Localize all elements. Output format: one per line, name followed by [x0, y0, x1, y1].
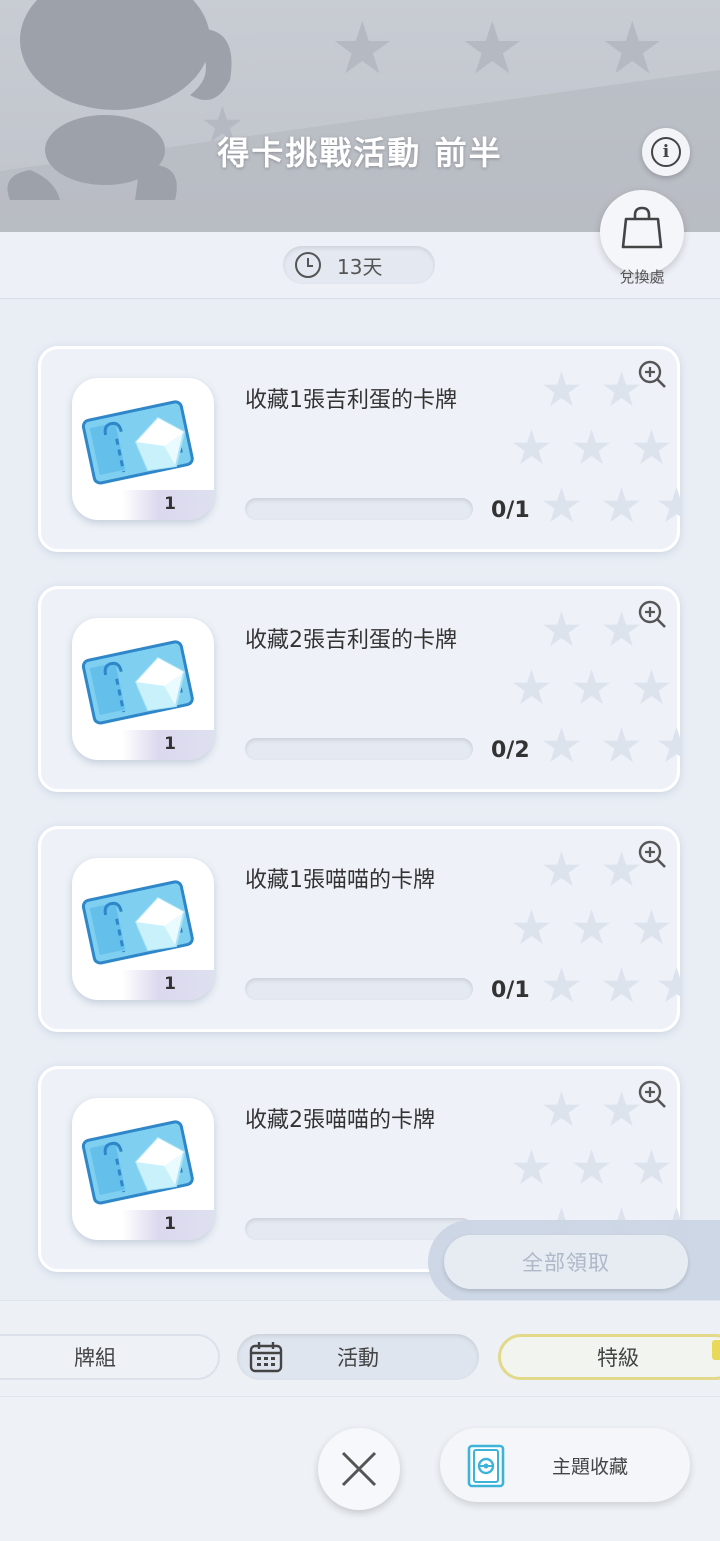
close-button[interactable]	[318, 1428, 400, 1510]
mission-progress-bar	[245, 978, 473, 1000]
ticket-icon	[81, 400, 194, 485]
ticket-icon	[81, 1120, 194, 1205]
event-timer: 13天	[283, 246, 435, 284]
mission-progress-text: 0/1	[491, 498, 530, 523]
banner-star: ★	[330, 6, 395, 90]
premium-badge-icon	[712, 1340, 720, 1360]
mission-card: ★ ★ ★ ★ ★ ★ ★ ★ 1 收藏1張喵喵的卡牌 0/1	[38, 826, 680, 1032]
mission-description: 收藏1張吉利蛋的卡牌	[245, 388, 457, 413]
close-icon	[341, 1451, 377, 1487]
zoom-in-icon[interactable]	[636, 358, 668, 390]
info-button[interactable]: i	[642, 128, 690, 176]
reward-quantity: 1	[164, 494, 176, 514]
theme-collection-label: 主題收藏	[552, 1456, 629, 1478]
mission-progress-bar	[245, 738, 473, 760]
reward-item[interactable]: 1	[72, 378, 214, 520]
theme-collection-button[interactable]: 主題收藏	[440, 1428, 690, 1502]
banner-star: ★	[600, 6, 665, 90]
zoom-in-icon[interactable]	[636, 838, 668, 870]
mission-description: 收藏2張喵喵的卡牌	[245, 1108, 435, 1133]
mission-progress-text: 0/1	[491, 978, 530, 1003]
shopping-bag-icon	[621, 206, 663, 249]
mission-card: ★ ★ ★ ★ ★ ★ ★ ★ 1 收藏2張吉利蛋的卡牌 0/2	[38, 586, 680, 792]
page-title: 得卡挑戰活動 前半	[217, 134, 503, 172]
mission-progress-text: 0/2	[491, 738, 530, 763]
reward-item[interactable]: 1	[72, 618, 214, 760]
tab-premium[interactable]: 特級	[498, 1334, 720, 1380]
zoom-in-icon[interactable]	[636, 598, 668, 630]
reward-quantity: 1	[164, 974, 176, 994]
tab-events[interactable]: 活動	[237, 1334, 479, 1380]
binder-icon	[467, 1444, 505, 1488]
claim-all-button[interactable]: 全部領取	[444, 1235, 688, 1289]
reward-item[interactable]: 1	[72, 858, 214, 1000]
ticket-icon	[81, 640, 194, 725]
time-remaining: 13天	[337, 254, 383, 279]
ticket-icon	[81, 880, 194, 965]
zoom-in-icon[interactable]	[636, 1078, 668, 1110]
reward-quantity: 1	[164, 734, 176, 754]
reward-quantity: 1	[164, 1214, 176, 1234]
exchange-shop-button[interactable]	[600, 190, 684, 274]
calendar-icon	[249, 1342, 283, 1373]
exchange-shop-label: 兌換處	[619, 268, 665, 286]
mission-card: ★ ★ ★ ★ ★ ★ ★ ★ 1 收藏1張吉利蛋的卡牌 0/1	[38, 346, 680, 552]
mission-progress-bar	[245, 498, 473, 520]
mission-description: 收藏2張吉利蛋的卡牌	[245, 628, 457, 653]
clock-icon	[295, 252, 321, 278]
tab-events-label: 活動	[337, 1346, 379, 1370]
reward-item[interactable]: 1	[72, 1098, 214, 1240]
event-banner: ★ ★ ★ ★	[0, 0, 720, 232]
mission-description: 收藏1張喵喵的卡牌	[245, 868, 435, 893]
banner-star: ★	[460, 6, 525, 90]
info-icon: i	[651, 137, 681, 167]
tab-deck[interactable]: 牌組	[0, 1334, 220, 1380]
